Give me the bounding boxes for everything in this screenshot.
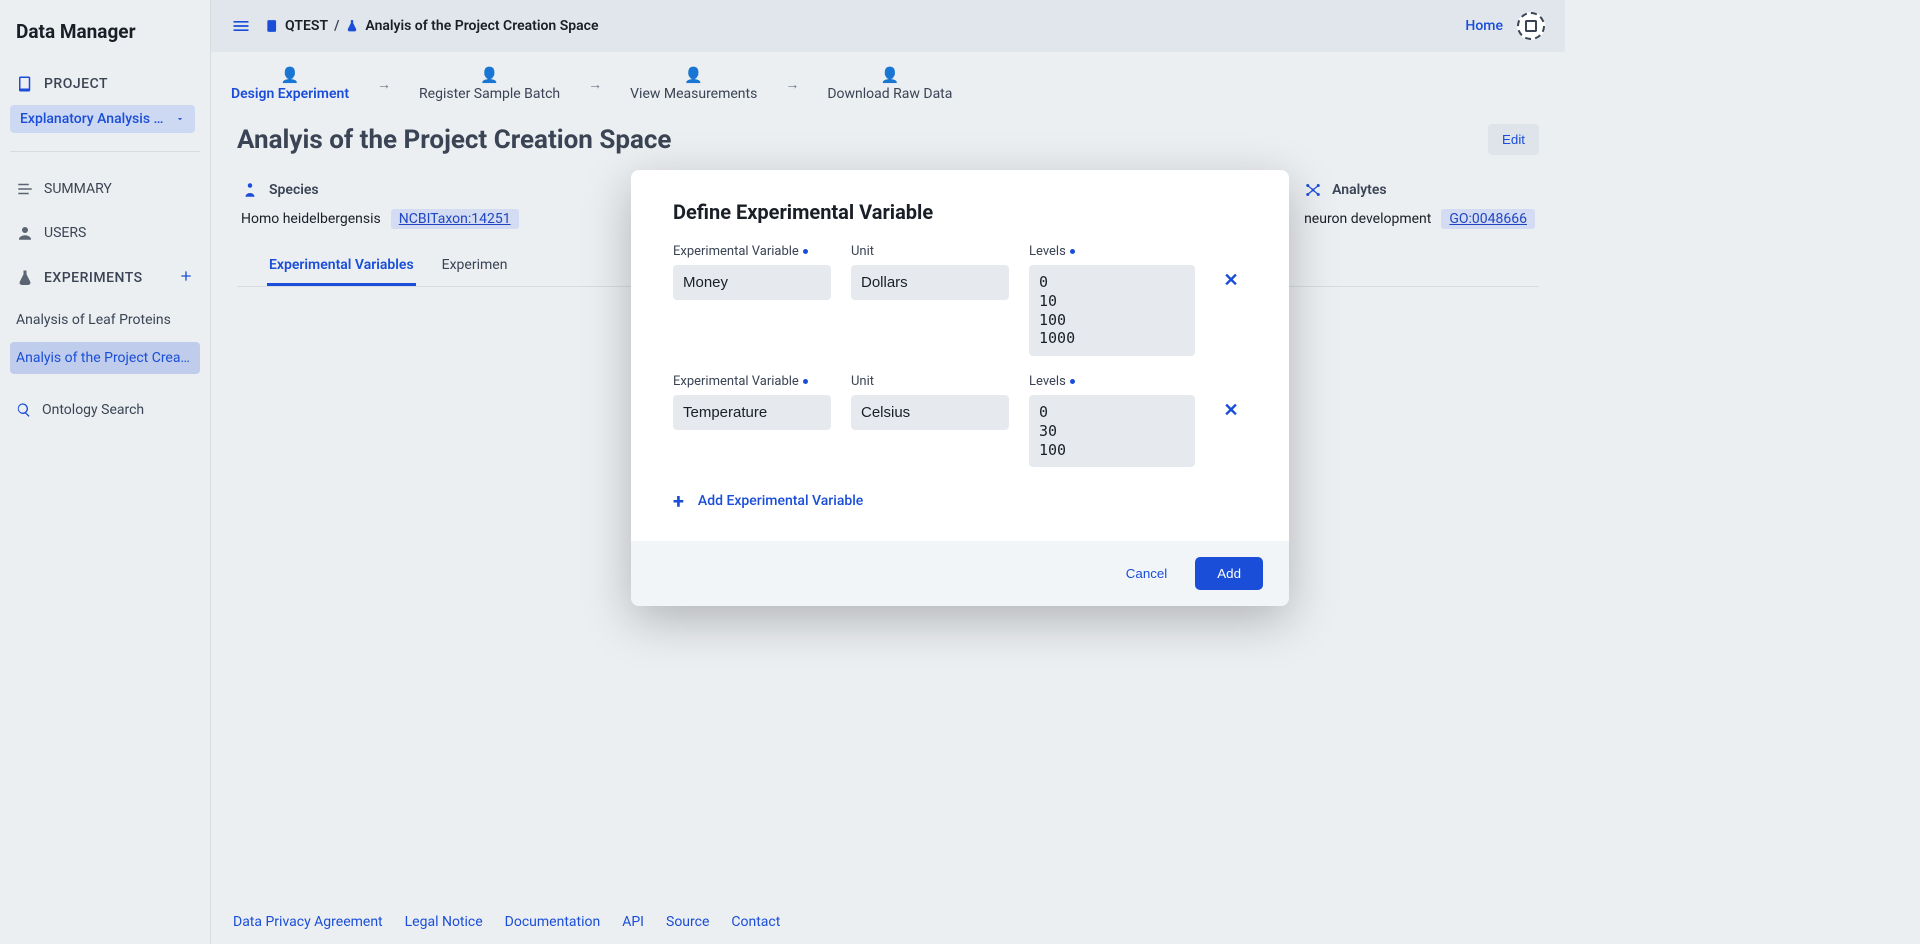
plus-icon bbox=[178, 268, 194, 284]
footer-link-privacy[interactable]: Data Privacy Agreement bbox=[233, 914, 383, 930]
variable-input-0[interactable] bbox=[673, 265, 831, 300]
person-icon: 👤 bbox=[684, 66, 703, 84]
required-dot-icon bbox=[1070, 249, 1075, 254]
unit-input-0[interactable] bbox=[851, 265, 1009, 300]
experiment-item-1[interactable]: Analyis of the Project Crea… bbox=[10, 342, 200, 374]
species-name: Homo heidelbergensis bbox=[241, 211, 381, 227]
footer-link-contact[interactable]: Contact bbox=[731, 914, 780, 930]
remove-row-0[interactable]: ✕ bbox=[1215, 244, 1247, 291]
nav-users-label: USERS bbox=[44, 225, 86, 241]
nav-ontology-label: Ontology Search bbox=[42, 402, 144, 418]
nav-summary[interactable]: SUMMARY bbox=[10, 170, 200, 208]
nav-summary-label: SUMMARY bbox=[44, 181, 112, 197]
variable-row-0: Experimental Variable Unit Levels ✕ bbox=[673, 244, 1247, 360]
species-header: Species bbox=[269, 182, 319, 198]
avatar[interactable] bbox=[1517, 12, 1545, 40]
unit-input-1[interactable] bbox=[851, 395, 1009, 430]
modal-title: Define Experimental Variable bbox=[673, 200, 1247, 224]
book-icon bbox=[16, 75, 34, 93]
sidebar-divider bbox=[10, 151, 200, 152]
arrow-icon: → bbox=[785, 76, 799, 93]
home-link[interactable]: Home bbox=[1465, 18, 1503, 34]
label-variable: Experimental Variable bbox=[673, 244, 831, 259]
footer-link-legal[interactable]: Legal Notice bbox=[405, 914, 483, 930]
breadcrumb: QTEST / Analyis of the Project Creation … bbox=[265, 18, 599, 34]
label-levels: Levels bbox=[1029, 244, 1195, 259]
nav-project: PROJECT bbox=[10, 61, 200, 99]
analytes-card: Analytes neuron development GO:0048666 bbox=[1304, 175, 1535, 229]
variable-row-1: Experimental Variable Unit Levels ✕ bbox=[673, 374, 1247, 471]
network-icon bbox=[1304, 181, 1322, 199]
book-icon bbox=[265, 19, 279, 33]
breadcrumb-experiment: Analyis of the Project Creation Space bbox=[365, 18, 598, 34]
add-button[interactable]: Add bbox=[1195, 557, 1263, 590]
users-icon bbox=[16, 224, 34, 242]
levels-input-0[interactable] bbox=[1029, 265, 1195, 356]
nav-users[interactable]: USERS bbox=[10, 214, 200, 252]
workflow-steps: 👤 Design Experiment → 👤 Register Sample … bbox=[211, 52, 1565, 110]
required-dot-icon bbox=[1070, 379, 1075, 384]
arrow-icon: → bbox=[377, 76, 391, 93]
species-card: Species Homo heidelbergensis NCBITaxon:1… bbox=[241, 175, 519, 229]
analytes-tag[interactable]: GO:0048666 bbox=[1441, 209, 1535, 229]
variable-input-1[interactable] bbox=[673, 395, 831, 430]
label-variable: Experimental Variable bbox=[673, 374, 831, 389]
arrow-icon: → bbox=[588, 76, 602, 93]
step-design-experiment[interactable]: 👤 Design Experiment bbox=[231, 66, 349, 102]
nav-experiments-label: EXPERIMENTS bbox=[44, 270, 143, 286]
app-title: Data Manager bbox=[10, 16, 200, 55]
search-icon bbox=[16, 402, 32, 418]
page-header: Analyis of the Project Creation Space Ed… bbox=[211, 110, 1565, 169]
tab-experimental-variables[interactable]: Experimental Variables bbox=[267, 247, 416, 286]
analytes-header: Analytes bbox=[1332, 182, 1387, 198]
person-outline-icon bbox=[241, 181, 259, 199]
summary-icon bbox=[16, 180, 34, 198]
add-experiment-button[interactable] bbox=[178, 268, 194, 288]
remove-row-1[interactable]: ✕ bbox=[1215, 374, 1247, 421]
step-view-measurements[interactable]: 👤 View Measurements bbox=[630, 66, 757, 102]
person-icon: 👤 bbox=[480, 66, 499, 84]
label-unit: Unit bbox=[851, 244, 1009, 259]
footer: Data Privacy Agreement Legal Notice Docu… bbox=[211, 900, 1565, 944]
define-variable-modal: Define Experimental Variable Experimenta… bbox=[631, 170, 1289, 606]
person-icon: 👤 bbox=[281, 66, 300, 84]
label-unit: Unit bbox=[851, 374, 1009, 389]
footer-link-api[interactable]: API bbox=[622, 914, 644, 930]
step-download-data[interactable]: 👤 Download Raw Data bbox=[827, 66, 952, 102]
edit-button[interactable]: Edit bbox=[1488, 124, 1539, 155]
breadcrumb-sep: / bbox=[334, 18, 339, 34]
person-icon: 👤 bbox=[881, 66, 900, 84]
analytes-name: neuron development bbox=[1304, 211, 1431, 227]
project-selected-label: Explanatory Analysis o… bbox=[20, 111, 167, 127]
footer-link-source[interactable]: Source bbox=[666, 914, 709, 930]
experiment-item-0[interactable]: Analysis of Leaf Proteins bbox=[10, 304, 200, 336]
plus-icon: + bbox=[673, 489, 684, 513]
breadcrumb-project[interactable]: QTEST bbox=[285, 18, 328, 34]
footer-link-docs[interactable]: Documentation bbox=[505, 914, 601, 930]
species-tag[interactable]: NCBITaxon:14251 bbox=[391, 209, 519, 229]
levels-input-1[interactable] bbox=[1029, 395, 1195, 467]
add-variable-button[interactable]: + Add Experimental Variable bbox=[673, 471, 1247, 517]
step-register-batch[interactable]: 👤 Register Sample Batch bbox=[419, 66, 560, 102]
tab-experimen[interactable]: Experimen bbox=[440, 247, 510, 286]
nav-project-label: PROJECT bbox=[44, 76, 108, 92]
page-title: Analyis of the Project Creation Space bbox=[237, 125, 671, 155]
nav-ontology-search[interactable]: Ontology Search bbox=[10, 392, 200, 428]
required-dot-icon bbox=[803, 379, 808, 384]
sidebar: Data Manager PROJECT Explanatory Analysi… bbox=[0, 0, 211, 944]
flask-icon bbox=[345, 19, 359, 33]
label-levels: Levels bbox=[1029, 374, 1195, 389]
menu-icon[interactable] bbox=[231, 16, 251, 36]
project-selector[interactable]: Explanatory Analysis o… bbox=[10, 105, 195, 133]
nav-experiments: EXPERIMENTS bbox=[10, 258, 200, 298]
chevron-down-icon bbox=[175, 114, 185, 124]
topbar: QTEST / Analyis of the Project Creation … bbox=[211, 0, 1565, 52]
cancel-button[interactable]: Cancel bbox=[1116, 557, 1178, 590]
modal-footer: Cancel Add bbox=[631, 541, 1289, 606]
required-dot-icon bbox=[803, 249, 808, 254]
flask-icon bbox=[16, 269, 34, 287]
